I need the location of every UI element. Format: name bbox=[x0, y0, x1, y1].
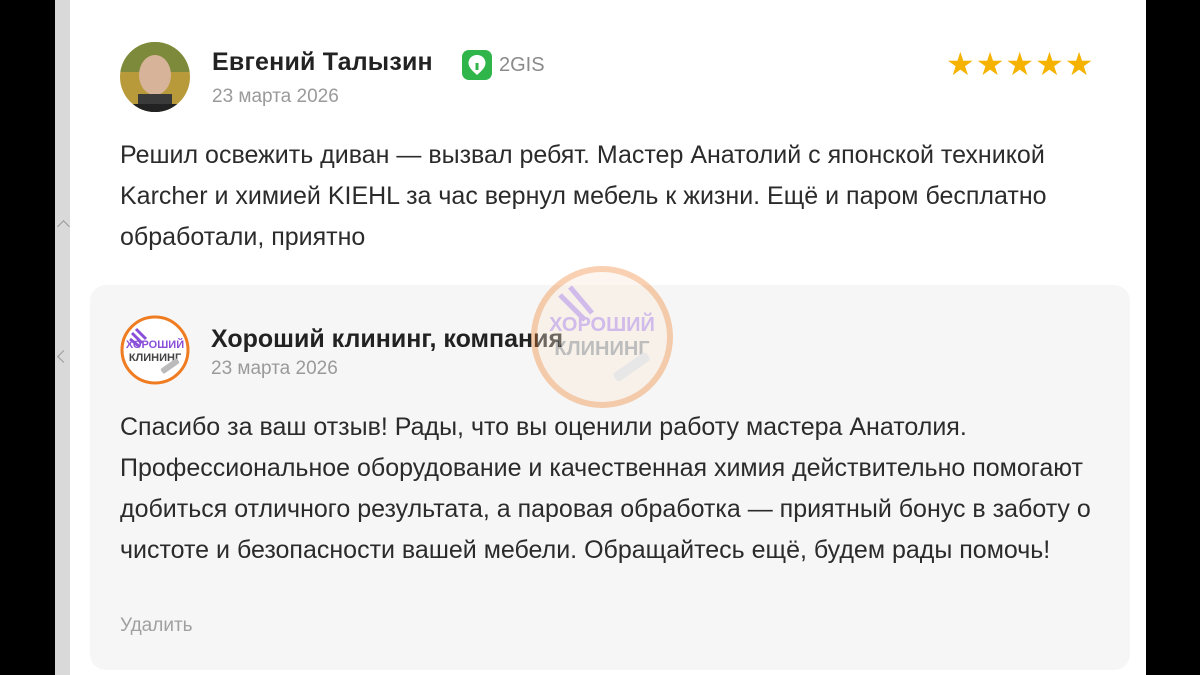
review-date: 23 марта 2026 bbox=[212, 86, 339, 107]
star-icon: ★ bbox=[1005, 46, 1035, 82]
reply-date: 23 марта 2026 bbox=[211, 358, 338, 379]
company-reply: ХОРОШИЙ КЛИНИНГ Хороший клининг, компани… bbox=[90, 285, 1130, 670]
star-icon: ★ bbox=[1064, 46, 1094, 82]
rating-stars: ★ ★ ★ ★ ★ bbox=[946, 46, 1093, 82]
review-text: Решил освежить диван — вызвал ребят. Мас… bbox=[120, 141, 1047, 251]
reviewer-name[interactable]: Евгений Талызин bbox=[212, 48, 433, 77]
company-logo[interactable]: ХОРОШИЙ КЛИНИНГ bbox=[120, 315, 190, 385]
chevron-left-icon bbox=[57, 350, 70, 363]
2gis-pin-icon bbox=[462, 50, 492, 80]
reviewer-avatar[interactable] bbox=[120, 42, 190, 112]
source-label: 2GIS bbox=[499, 53, 545, 76]
chevron-up-icon bbox=[57, 220, 70, 233]
logo-text-top: ХОРОШИЙ bbox=[126, 338, 184, 351]
reply-text: Спасибо за ваш отзыв! Рады, что вы оцени… bbox=[120, 413, 1091, 564]
left-panel-strip bbox=[55, 0, 70, 675]
star-icon: ★ bbox=[975, 46, 1005, 82]
star-icon: ★ bbox=[946, 46, 975, 82]
review-card: Евгений Талызин 2GIS 23 марта 2026 ★ ★ ★… bbox=[70, 0, 1146, 675]
source-badge: 2GIS bbox=[462, 50, 545, 80]
star-icon: ★ bbox=[1035, 46, 1064, 82]
delete-reply-button[interactable]: Удалить bbox=[120, 615, 193, 637]
company-name[interactable]: Хороший клининг, компания bbox=[211, 325, 563, 354]
